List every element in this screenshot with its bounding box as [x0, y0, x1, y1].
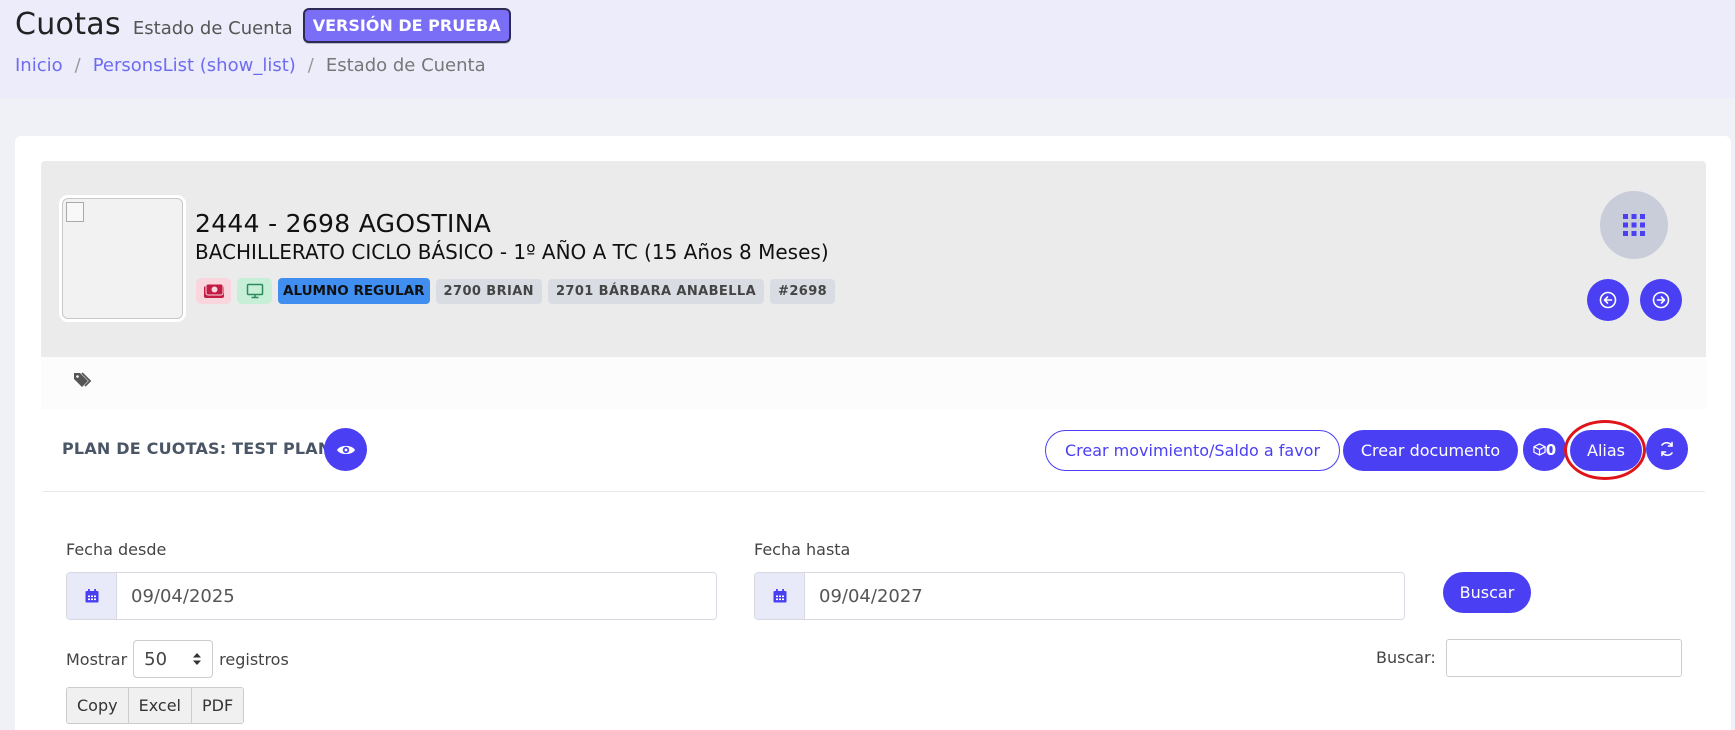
page-length-control: Mostrar 50 registros — [66, 640, 289, 678]
sibling-badge[interactable]: 2700 BRIAN — [435, 278, 542, 304]
date-to-group — [754, 572, 1405, 620]
next-button[interactable] — [1640, 279, 1682, 321]
refresh-button[interactable] — [1646, 428, 1688, 470]
view-plan-button[interactable] — [324, 428, 367, 471]
monitor-icon[interactable] — [237, 278, 272, 304]
page-length-select[interactable]: 50 — [133, 640, 214, 678]
breadcrumb-personslist-link[interactable]: PersonsList (show_list) — [93, 55, 296, 76]
copy-button[interactable]: Copy — [67, 688, 129, 723]
refresh-icon — [1661, 441, 1673, 457]
tags-strip — [41, 357, 1706, 409]
date-from-label: Fecha desde — [66, 540, 167, 559]
arrow-right-icon — [1652, 291, 1670, 309]
calendar-icon — [755, 573, 805, 619]
apps-menu-button[interactable] — [1600, 191, 1668, 259]
person-id-badge: #2698 — [770, 278, 836, 304]
person-name: 2444 - 2698 AGOSTINA — [195, 209, 492, 238]
breadcrumb-separator: / — [74, 55, 81, 76]
show-label: Mostrar — [66, 649, 128, 669]
grid-icon — [1623, 214, 1645, 236]
records-label: registros — [219, 649, 289, 669]
calendar-icon — [67, 573, 117, 619]
page-length-value: 50 — [144, 648, 168, 670]
sibling-badge[interactable]: 2701 BÁRBARA ANABELLA — [547, 278, 765, 304]
cube-icon — [1533, 443, 1546, 456]
breadcrumb: Inicio / PersonsList (show_list) / Estad… — [15, 55, 486, 76]
breadcrumb-current: Estado de Cuenta — [325, 55, 486, 76]
breadcrumb-separator: / — [307, 55, 314, 76]
excel-button[interactable]: Excel — [128, 688, 192, 723]
alias-highlight-ring — [1564, 420, 1646, 480]
breadcrumb-home-link[interactable]: Inicio — [15, 55, 63, 76]
date-to-input[interactable] — [805, 573, 1404, 619]
profile-tags: ALUMNO REGULAR 2700 BRIAN 2701 BÁRBARA A… — [196, 278, 836, 304]
cube-count: 0 — [1545, 440, 1557, 459]
sort-arrows-icon — [193, 653, 202, 665]
eye-icon — [336, 445, 355, 454]
arrow-left-icon — [1599, 291, 1617, 309]
cube-count-button[interactable]: 0 — [1523, 428, 1566, 471]
pdf-button[interactable]: PDF — [191, 688, 244, 723]
broken-image-icon — [66, 202, 84, 222]
create-movement-button[interactable]: Crear movimiento/Saldo a favor — [1045, 430, 1340, 471]
avatar — [62, 198, 183, 319]
page-title: Cuotas — [15, 7, 121, 42]
status-badge: ALUMNO REGULAR — [278, 278, 430, 304]
money-icon[interactable] — [196, 278, 231, 304]
table-search-input[interactable] — [1446, 639, 1682, 677]
title-row: Cuotas Estado de Cuenta VERSIÓN DE PRUEB… — [15, 6, 511, 43]
date-from-group — [66, 572, 717, 620]
create-document-button[interactable]: Crear documento — [1343, 430, 1518, 471]
previous-button[interactable] — [1587, 279, 1629, 321]
tags-icon[interactable] — [73, 371, 93, 393]
export-buttons: Copy Excel PDF — [66, 687, 245, 724]
page-subtitle: Estado de Cuenta — [132, 18, 293, 39]
date-to-label: Fecha hasta — [754, 540, 851, 559]
trial-version-badge: VERSIÓN DE PRUEBA — [302, 8, 511, 43]
table-search-label: Buscar: — [1376, 648, 1436, 667]
person-course: BACHILLERATO CICLO BÁSICO - 1º AÑO A TC … — [195, 240, 829, 264]
search-dates-button[interactable]: Buscar — [1443, 572, 1531, 613]
plan-title: PLAN DE CUOTAS: TEST PLAN 1 — [62, 439, 349, 458]
date-from-input[interactable] — [117, 573, 716, 619]
